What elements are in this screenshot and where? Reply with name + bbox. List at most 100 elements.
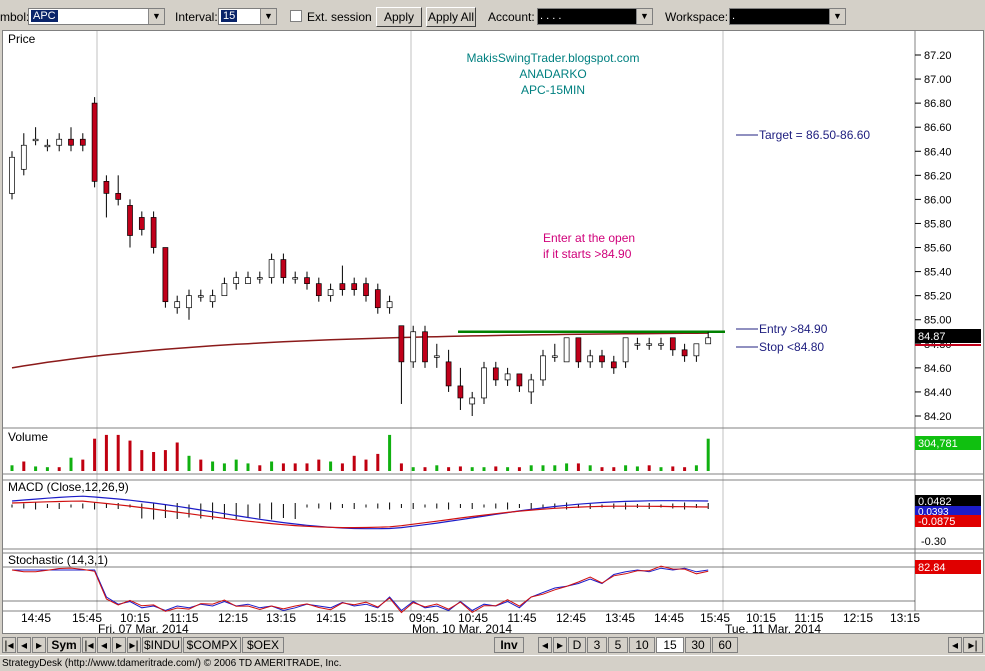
volume-bar xyxy=(104,434,108,471)
volume-bar xyxy=(411,467,415,471)
volume-bar xyxy=(128,440,132,471)
note-line-2: if it starts >84.90 xyxy=(543,247,632,261)
chevron-down-icon[interactable]: ▼ xyxy=(260,9,276,24)
candle-body xyxy=(327,289,334,297)
volume-bar xyxy=(659,467,663,471)
period-30[interactable]: 30 xyxy=(685,637,711,653)
volume-bar xyxy=(388,434,392,471)
volume-bar xyxy=(293,463,297,471)
volume-bar xyxy=(600,467,604,471)
period-d[interactable]: D xyxy=(568,637,586,653)
prev-icon[interactable]: ◂ xyxy=(17,637,31,653)
apply-button[interactable]: Apply xyxy=(376,7,422,27)
candle-body xyxy=(339,283,346,290)
candle-body xyxy=(481,367,487,399)
ext-session-checkbox[interactable] xyxy=(290,10,302,22)
candle-body xyxy=(186,295,192,309)
account-value: . . . . xyxy=(540,10,562,22)
candle-body xyxy=(304,277,310,284)
date-axis-label: Mon, 10 Mar, 2014 xyxy=(412,622,512,633)
period-5[interactable]: 5 xyxy=(608,637,628,653)
volume-bar xyxy=(517,467,521,471)
candle-body xyxy=(575,337,582,363)
macd-axis-low: -0.30 xyxy=(921,536,946,548)
volume-bar xyxy=(81,459,85,471)
scroll-prev-icon[interactable]: ◂ xyxy=(948,637,962,653)
time-axis-label: 13:45 xyxy=(605,611,635,625)
candle-body xyxy=(315,283,322,297)
period-next-icon[interactable]: ▸ xyxy=(553,637,567,653)
sym-button[interactable]: Sym xyxy=(47,637,81,653)
volume-bar xyxy=(140,450,144,471)
watermark-line-2: ANADARKO xyxy=(519,67,586,81)
candle-body xyxy=(162,247,169,303)
tabs-next-icon[interactable]: ▸ xyxy=(112,637,126,653)
candle-body xyxy=(280,259,287,278)
tabs-first-icon[interactable]: |◂ xyxy=(82,637,96,653)
interval-combobox[interactable]: 15 ▼ xyxy=(218,8,277,25)
tab-indu[interactable]: $INDU xyxy=(142,637,182,653)
period-3[interactable]: 3 xyxy=(587,637,607,653)
macd-panel-title: MACD (Close,12,26,9) xyxy=(8,480,129,494)
workspace-value: . xyxy=(732,10,736,22)
volume-bar xyxy=(22,461,26,471)
note-line-1: Enter at the open xyxy=(543,231,635,245)
candle-body xyxy=(646,343,653,346)
chart-area[interactable]: 87.20 87.00 86.80 86.60 86.40 86.20 86.00 85.80… xyxy=(2,30,984,634)
candle-body xyxy=(610,361,617,369)
candle-body xyxy=(469,397,476,405)
tabs-prev-icon[interactable]: ◂ xyxy=(97,637,111,653)
candle-body xyxy=(245,277,251,284)
scroll-end-icon[interactable]: ▸| xyxy=(963,637,983,653)
period-10[interactable]: 10 xyxy=(629,637,655,653)
macd-signal-line xyxy=(11,500,709,529)
candle-body xyxy=(32,138,39,142)
volume-bar xyxy=(10,465,14,471)
volume-bar xyxy=(635,466,639,471)
workspace-combobox[interactable]: . ▼ xyxy=(729,8,846,25)
time-axis-label: 14:45 xyxy=(654,611,684,625)
time-axis-label: 13:15 xyxy=(890,611,920,625)
apply-all-button[interactable]: Apply All xyxy=(426,7,476,27)
period-15[interactable]: 15 xyxy=(656,637,684,653)
candle-body xyxy=(209,295,216,303)
candle-body xyxy=(599,355,605,363)
volume-bar xyxy=(647,465,651,471)
candle-body xyxy=(174,301,181,309)
symbol-combobox[interactable]: APC ▼ xyxy=(28,8,165,25)
chart-canvas[interactable]: 87.20 87.00 86.80 86.60 86.40 86.20 86.00 85.80… xyxy=(3,31,983,633)
volume-bar xyxy=(45,467,49,471)
volume-bar xyxy=(270,461,274,471)
candle-body xyxy=(457,385,464,399)
time-axis-label: 14:45 xyxy=(21,611,51,625)
volume-bar xyxy=(624,465,628,471)
chevron-down-icon[interactable]: ▼ xyxy=(636,9,652,24)
account-label: Account: xyxy=(488,10,535,24)
next-icon[interactable]: ▸ xyxy=(32,637,46,653)
tab-oex[interactable]: $OEX xyxy=(242,637,284,653)
chevron-down-icon[interactable]: ▼ xyxy=(829,9,845,24)
volume-bar xyxy=(364,459,368,471)
tabs-last-icon[interactable]: ▸| xyxy=(127,637,141,653)
account-combobox[interactable]: . . . . ▼ xyxy=(537,8,653,25)
volume-bar xyxy=(199,459,203,471)
period-prev-icon[interactable]: ◂ xyxy=(538,637,552,653)
volume-bar xyxy=(482,467,486,471)
inv-button[interactable]: Inv xyxy=(494,637,524,653)
macd-badge-3-text: -0.0875 xyxy=(918,516,955,528)
price-axis-label: 85.40 xyxy=(924,267,952,279)
volume-bar xyxy=(399,463,403,471)
candle-body xyxy=(528,379,535,393)
first-icon[interactable]: |◂ xyxy=(2,637,16,653)
volume-bar xyxy=(423,467,427,471)
price-axis-label: 84.40 xyxy=(924,387,952,399)
ext-session-label: Ext. session xyxy=(307,10,372,24)
period-60[interactable]: 60 xyxy=(712,637,738,653)
chevron-down-icon[interactable]: ▼ xyxy=(148,9,164,24)
volume-bar xyxy=(163,450,167,471)
volume-bar xyxy=(553,465,557,471)
moving-average-line xyxy=(11,332,709,369)
candle-body xyxy=(445,361,452,387)
stoch-badge-text: 82.84 xyxy=(918,562,946,574)
tab-compx[interactable]: $COMPX xyxy=(183,637,241,653)
